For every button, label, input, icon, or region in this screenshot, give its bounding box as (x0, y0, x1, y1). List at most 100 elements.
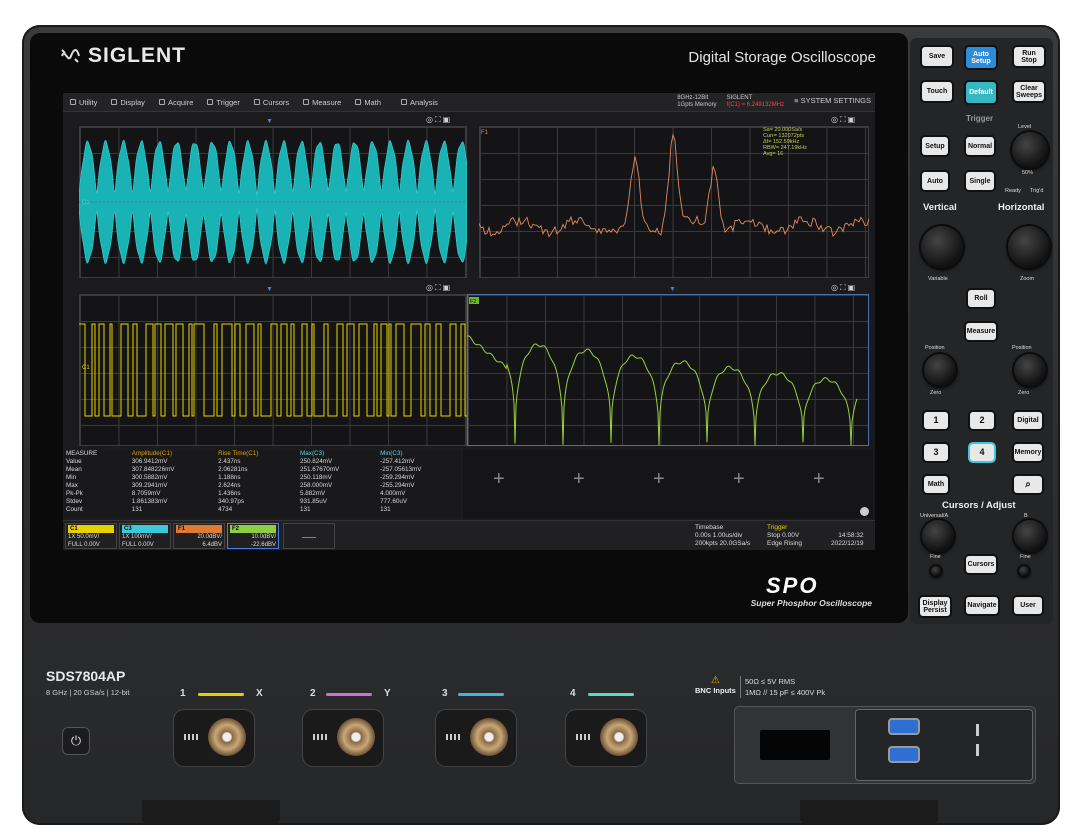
measure-table[interactable]: MEASURE Amplitude(C1) Rise Time(C1) Max(C3)… (63, 450, 461, 518)
status-area: 8GHz-12Bit 1Gpts Memory SIGLENT f(C1) = 6.… (677, 95, 871, 109)
ch2-label: 2 (310, 688, 316, 699)
bnc-input-3[interactable] (436, 710, 516, 766)
digital-button[interactable]: Digital (1014, 412, 1042, 429)
y-label: Y (384, 688, 391, 699)
channel-f2-box[interactable]: F2 10.0dBV/ -22.6dBV (227, 523, 279, 549)
aux-port-2[interactable] (976, 744, 979, 756)
menu-label: Display (120, 97, 145, 107)
measure-settings-icon[interactable] (860, 507, 869, 516)
trigger-info[interactable]: Trigger Stop 0.00V Edge Rising (767, 524, 802, 548)
math-button[interactable]: Math (924, 476, 948, 493)
menu-utility[interactable]: Utility (63, 98, 104, 107)
display-persist-button[interactable]: Display Persist (920, 597, 950, 616)
add-measure-slot[interactable]: + (493, 468, 505, 491)
channel-c3-box[interactable]: C3 1X 100mV/FULL 0.00V (119, 523, 171, 549)
power-button[interactable]: ⏻ (63, 728, 89, 754)
cell: -255.294mV (380, 482, 415, 489)
navigate-button[interactable]: Navigate (966, 597, 998, 614)
trigger-normal-button[interactable]: Normal (966, 137, 994, 155)
default-button[interactable]: Default (966, 82, 996, 103)
cell: 300.5882mV (131, 474, 168, 481)
window-icons[interactable]: ◎⛶▣ (831, 115, 857, 125)
channel-2-button[interactable]: 2 (970, 412, 994, 429)
window-icons[interactable]: ◎⛶▣ (426, 283, 452, 293)
user-button[interactable]: User (1014, 597, 1042, 614)
display-screen[interactable]: Utility Display Acquire Trigger Cursors … (63, 93, 875, 550)
run-stop-button[interactable]: Run Stop (1014, 47, 1044, 66)
fine-b-indicator (1019, 566, 1029, 576)
ch2-color-bar (326, 693, 372, 696)
channel-c1-box[interactable]: C1 1X 50.0mV/FULL 0.00V (65, 523, 117, 549)
cell: 340.97ps (218, 498, 245, 505)
usb-port-1[interactable] (890, 720, 918, 733)
trigger-pos-marker[interactable]: ▼ (669, 286, 678, 293)
menu-display[interactable]: Display (104, 98, 152, 107)
auto-setup-button[interactable]: Auto Setup (966, 47, 996, 68)
cell: 1.861383mV (131, 498, 168, 505)
window-icons[interactable]: ◎⛶▣ (426, 115, 452, 125)
cursors-button[interactable]: Cursors (966, 556, 996, 573)
b-knob[interactable] (1014, 520, 1046, 552)
channel-1-button[interactable]: 1 (924, 412, 948, 429)
horizontal-title: Horizontal (998, 202, 1045, 213)
bnc-input-2[interactable] (303, 710, 383, 766)
memory-button[interactable]: Memory (1014, 444, 1042, 461)
clock-time: 14:58:32 (838, 532, 864, 539)
f2-marker: F2 (470, 299, 476, 305)
clear-sweeps-button[interactable]: Clear Sweeps (1014, 82, 1044, 101)
channel-offset: FULL 0.00V (68, 542, 100, 548)
lan-port[interactable] (760, 730, 830, 760)
menu-cursors[interactable]: Cursors (247, 98, 296, 107)
window-icons[interactable]: ◎⛶▣ (831, 283, 857, 293)
channel-f1-box[interactable]: F1 20.0dBV/6.4dBV (173, 523, 225, 549)
brand-logo: SIGLENT (58, 44, 186, 68)
menu-measure[interactable]: Measure (296, 98, 348, 107)
channel-header: C1 (68, 525, 114, 533)
cursors-icon (253, 99, 260, 105)
level-knob[interactable] (1012, 132, 1048, 168)
usb-port-2[interactable] (890, 748, 918, 761)
roll-button[interactable]: Roll (968, 290, 994, 307)
menu-analysis[interactable]: Analysis (394, 98, 445, 107)
menu-label: Math (364, 97, 381, 107)
timebase-info[interactable]: Timebase 0.00s 1.00us/div 200kpts 20.0GSa/… (695, 524, 750, 548)
add-channel-button[interactable]: — (283, 523, 335, 549)
table-row: Stdev 1.861383mV 340.97ps 931.85uV 777.60uV (63, 498, 461, 506)
menu-trigger[interactable]: Trigger (200, 98, 246, 107)
memory-status: 1Gpts Memory (677, 102, 717, 108)
measure-button[interactable]: Measure (966, 323, 996, 340)
system-settings-label: SYSTEM SETTINGS (800, 96, 871, 105)
trigger-pos-marker[interactable]: ▼ (266, 118, 275, 125)
trigger-single-button[interactable]: Single (966, 172, 994, 190)
menu-acquire[interactable]: Acquire (152, 98, 200, 107)
trigger-auto-button[interactable]: Auto (922, 172, 948, 190)
add-measure-slot[interactable]: + (733, 468, 745, 491)
spo-tagline: Super Phosphor Oscilloscope (750, 598, 872, 608)
menu-label: Utility (79, 97, 98, 107)
horizontal-scale-knob[interactable] (1008, 226, 1050, 268)
ch4-label: 4 (570, 688, 576, 699)
aux-port-1[interactable] (976, 724, 979, 736)
trigger-setup-button[interactable]: Setup (922, 137, 948, 155)
channel-header: F1 (176, 525, 222, 533)
add-measure-slot[interactable]: + (573, 468, 585, 491)
bnc-input-4[interactable] (566, 710, 646, 766)
trigger-pos-marker[interactable]: ▼ (266, 286, 275, 293)
channel-3-button[interactable]: 3 (924, 444, 948, 461)
x-label: X (256, 688, 263, 699)
universal-a-knob[interactable] (922, 520, 954, 552)
add-measure-slot[interactable]: + (813, 468, 825, 491)
cell: 2.624ns (218, 482, 241, 489)
menu-math[interactable]: Math (348, 98, 388, 107)
search-button[interactable]: ⌕ (1014, 476, 1042, 493)
add-measure-slot[interactable]: + (653, 468, 665, 491)
horizontal-position-knob[interactable] (1014, 354, 1046, 386)
cell: 251.67670mV (300, 466, 340, 473)
bnc-input-1[interactable] (174, 710, 254, 766)
vertical-position-knob[interactable] (924, 354, 956, 386)
channel-4-button[interactable]: 4 (970, 444, 994, 461)
system-settings-button[interactable]: ≡ SYSTEM SETTINGS (794, 97, 871, 109)
touch-button[interactable]: Touch (922, 82, 952, 101)
vertical-scale-knob[interactable] (921, 226, 963, 268)
save-button[interactable]: Save (922, 47, 952, 66)
